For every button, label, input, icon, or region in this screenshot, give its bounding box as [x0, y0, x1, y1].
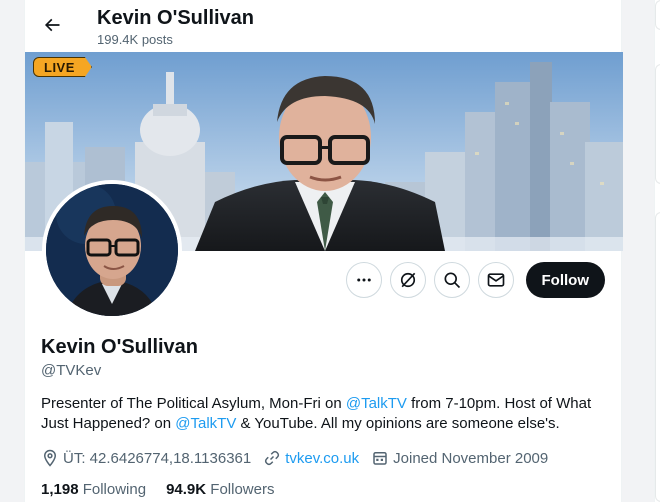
sidebar-card	[655, 0, 660, 30]
profile-actions: Follow	[345, 262, 605, 298]
live-badge: LIVE	[33, 57, 92, 77]
message-icon	[487, 273, 504, 287]
following-count: 1,198	[41, 481, 79, 498]
followers-count: 94.9K	[166, 481, 207, 498]
bio-mention-talktv[interactable]: @TalkTV	[346, 395, 407, 412]
profile-header: Kevin O'Sullivan 199.4K posts	[25, 0, 623, 52]
followers-link[interactable]: 94.9K Followers	[166, 481, 274, 498]
back-button[interactable]	[35, 8, 69, 42]
bio-mention-talktv[interactable]: @TalkTV	[175, 415, 236, 432]
sidebar-edge	[654, 0, 660, 502]
grok-icon	[400, 272, 415, 288]
sidebar-card	[655, 64, 660, 184]
display-name: Kevin O'Sullivan	[41, 336, 199, 358]
profile-bio: Presenter of The Political Asylum, Mon-F…	[41, 394, 611, 434]
following-label: Following	[78, 481, 147, 498]
more-icon	[356, 278, 371, 282]
bio-text: Presenter of The Political Asylum, Mon-F…	[41, 395, 346, 412]
avatar[interactable]	[42, 180, 182, 320]
post-count: 199.4K posts	[97, 32, 173, 47]
location-item: ÜT: 42.6426774,18.1136361	[41, 449, 251, 467]
joined-date: Joined November 2009	[393, 449, 549, 467]
search-icon	[444, 272, 460, 289]
avatar-image	[46, 184, 178, 316]
bio-text: & YouTube. All my opinions are someone e…	[236, 415, 560, 432]
profile-meta: ÜT: 42.6426774,18.1136361 tvkev.co.uk Jo…	[41, 449, 560, 467]
joined-item: Joined November 2009	[371, 449, 548, 467]
profile-column: Kevin O'Sullivan 199.4K posts LIVE Follo…	[24, 0, 623, 502]
back-arrow-icon	[44, 18, 60, 32]
link-icon	[265, 450, 280, 466]
calendar-icon	[373, 452, 387, 465]
user-handle: @TVKev	[41, 362, 102, 379]
more-button[interactable]	[345, 262, 382, 298]
grok-button[interactable]	[389, 262, 426, 298]
following-link[interactable]: 1,198 Following	[41, 481, 146, 498]
message-button[interactable]	[477, 262, 514, 298]
location-pin-icon	[43, 449, 57, 467]
location-text: ÜT: 42.6426774,18.1136361	[63, 449, 252, 467]
header-title: Kevin O'Sullivan	[97, 7, 255, 29]
followers-label: Followers	[206, 481, 275, 498]
search-button[interactable]	[433, 262, 470, 298]
website-item: tvkev.co.uk	[263, 449, 359, 467]
follow-stats: 1,198 Following 94.9K Followers	[41, 481, 294, 498]
follow-button[interactable]: Follow	[525, 262, 605, 298]
sidebar-card	[655, 212, 660, 502]
website-link[interactable]: tvkev.co.uk	[285, 450, 359, 467]
